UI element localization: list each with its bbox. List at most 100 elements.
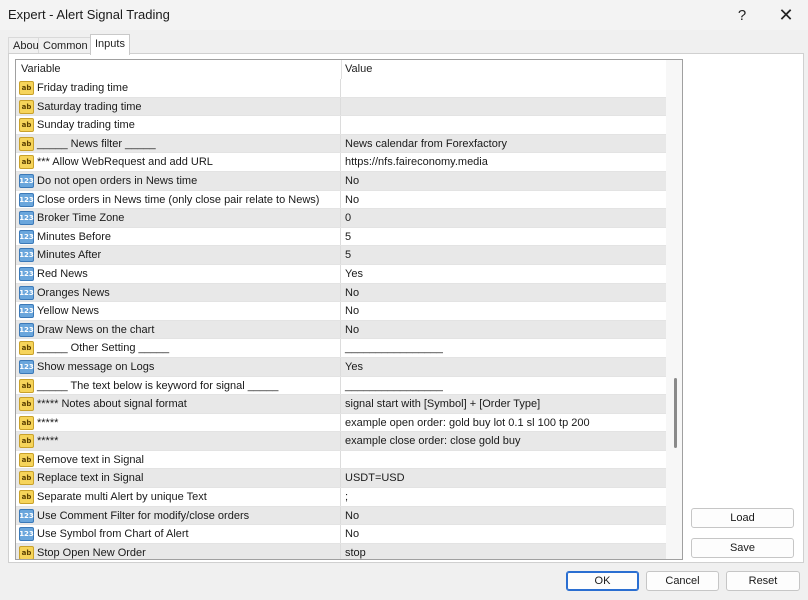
value-cell[interactable]: 0 [345, 212, 351, 224]
table-row[interactable]: 123 Red News Yes [16, 264, 666, 284]
variable-label: Minutes Before [37, 230, 111, 243]
table-row[interactable]: ab ***** example open order: gold buy lot … [16, 413, 666, 433]
table-row[interactable]: 123 Use Symbol from Chart of Alert No [16, 525, 666, 544]
string-type-icon: ab [19, 490, 34, 505]
table-row[interactable]: ab _____ The text below is keyword for si… [16, 376, 666, 396]
numeric-type-icon: 123 [19, 508, 34, 523]
value-cell[interactable]: ________________ [345, 342, 443, 354]
variable-cell: 123 Show message on Logs [16, 357, 341, 376]
reset-button[interactable]: Reset [726, 571, 800, 591]
string-type-icon: ab [19, 99, 34, 114]
table-row[interactable]: ab Stop Open New Order stop [16, 543, 666, 559]
value-cell[interactable]: Yes [345, 268, 363, 280]
numeric-type-icon: 123 [19, 285, 34, 300]
save-button[interactable]: Save [691, 538, 794, 558]
grid-header: Variable Value [16, 60, 666, 80]
table-row[interactable]: 123 Do not open orders in News time No [16, 171, 666, 191]
value-cell[interactable]: signal start with [Symbol] + [Order Type… [345, 398, 540, 410]
variable-cell: 123 Oranges News [16, 283, 341, 302]
table-row[interactable]: 123 Minutes After 5 [16, 246, 666, 265]
variable-cell: 123 Draw News on the chart [16, 320, 341, 339]
variable-label: *** Allow WebRequest and add URL [37, 156, 213, 169]
variable-label: _____ News filter _____ [37, 137, 156, 150]
table-row[interactable]: ab Remove text in Signal [16, 450, 666, 470]
variable-label: _____ The text below is keyword for sign… [37, 379, 279, 392]
help-button[interactable]: ? [720, 0, 764, 30]
table-row[interactable]: ab Replace text in Signal USDT=USD [16, 469, 666, 489]
variable-label: ***** Notes about signal format [37, 398, 187, 411]
table-row[interactable]: ab ***** Notes about signal format signal … [16, 395, 666, 414]
variable-label: Saturday trading time [37, 100, 142, 113]
grid-rows: ab Friday trading time ab Saturday trading … [16, 79, 666, 559]
ok-button[interactable]: OK [566, 571, 639, 591]
value-cell[interactable]: 5 [345, 231, 351, 243]
column-divider[interactable] [341, 60, 342, 80]
tab-inputs[interactable]: Inputs [90, 34, 130, 55]
value-cell[interactable]: No [345, 324, 359, 336]
variable-label: _____ Other Setting _____ [37, 342, 170, 355]
cancel-button[interactable]: Cancel [646, 571, 719, 591]
numeric-type-icon: 123 [19, 359, 34, 374]
numeric-type-icon: 123 [19, 192, 34, 207]
string-type-icon: ab [19, 341, 34, 356]
table-row[interactable]: ab _____ Other Setting _____ _____________… [16, 339, 666, 358]
value-cell[interactable]: No [345, 175, 359, 187]
variable-label: Do not open orders in News time [37, 174, 198, 187]
value-cell[interactable]: example close order: close gold buy [345, 435, 520, 447]
variable-label: Minutes After [37, 249, 102, 262]
table-row[interactable]: 123 Oranges News No [16, 283, 666, 303]
table-row[interactable]: ab *** Allow WebRequest and add URL https:… [16, 153, 666, 172]
column-header-value[interactable]: Value [345, 63, 372, 75]
variable-cell: ab _____ Other Setting _____ [16, 339, 341, 357]
value-cell[interactable]: ; [345, 491, 348, 503]
value-cell[interactable]: No [345, 194, 359, 206]
string-type-icon: ab [19, 452, 34, 467]
value-cell[interactable]: stop [345, 547, 366, 559]
variable-cell: ab *** Allow WebRequest and add URL [16, 153, 341, 171]
variable-cell: ab _____ News filter _____ [16, 134, 341, 153]
close-button[interactable]: ✕ [764, 0, 808, 30]
table-row[interactable]: 123 Draw News on the chart No [16, 320, 666, 340]
variable-label: Broker Time Zone [37, 212, 125, 225]
value-cell[interactable]: No [345, 510, 359, 522]
value-cell[interactable]: USDT=USD [345, 472, 405, 484]
table-row[interactable]: 123 Minutes Before 5 [16, 227, 666, 247]
numeric-type-icon: 123 [19, 229, 34, 244]
table-row[interactable]: 123 Yellow News No [16, 302, 666, 321]
load-button[interactable]: Load [691, 508, 794, 528]
value-cell[interactable]: ________________ [345, 380, 443, 392]
scrollbar-thumb[interactable] [674, 378, 677, 448]
variable-label: Yellow News [37, 305, 99, 318]
table-row[interactable]: ab Separate multi Alert by unique Text; [16, 488, 666, 507]
value-cell[interactable]: News calendar from Forexfactory [345, 138, 507, 150]
value-cell[interactable]: https://nfs.faireconomy.media [345, 156, 488, 168]
value-cell[interactable]: example open order: gold buy lot 0.1 sl … [345, 417, 590, 429]
variable-cell: ab _____ The text below is keyword for si… [16, 376, 341, 395]
variable-cell: 123 Minutes Before [16, 227, 341, 246]
value-cell[interactable]: No [345, 528, 359, 540]
table-row[interactable]: ab _____ News filter _____ News calendar f… [16, 134, 666, 154]
table-row[interactable]: 123 Close orders in News time (only close… [16, 190, 666, 210]
variable-cell: ab Saturday trading time [16, 97, 341, 116]
variable-label: Remove text in Signal [37, 453, 144, 466]
string-type-icon: ab [19, 118, 34, 133]
numeric-type-icon: 123 [19, 211, 34, 226]
value-cell[interactable]: No [345, 305, 359, 317]
variable-cell: 123 Close orders in News time (only close… [16, 190, 341, 209]
window-title: Expert - Alert Signal Trading [8, 7, 170, 22]
table-row[interactable]: ab Saturday trading time [16, 97, 666, 117]
variable-cell: ab ***** [16, 413, 341, 432]
column-header-variable[interactable]: Variable [21, 63, 61, 75]
value-cell[interactable]: Yes [345, 361, 363, 373]
table-row[interactable]: 123 Use Comment Filter for modify/close o… [16, 506, 666, 526]
table-row[interactable]: ab Friday trading time [16, 79, 666, 98]
value-cell[interactable]: No [345, 287, 359, 299]
table-row[interactable]: ab Sunday trading time [16, 116, 666, 135]
vertical-scrollbar[interactable] [666, 60, 682, 559]
table-row[interactable]: 123 Broker Time Zone 0 [16, 209, 666, 228]
value-cell[interactable]: 5 [345, 249, 351, 261]
table-row[interactable]: 123 Show message on Logs Yes [16, 357, 666, 377]
table-row[interactable]: ab ***** example close order: close gold b… [16, 432, 666, 451]
numeric-type-icon: 123 [19, 304, 34, 319]
string-type-icon: ab [19, 81, 34, 95]
